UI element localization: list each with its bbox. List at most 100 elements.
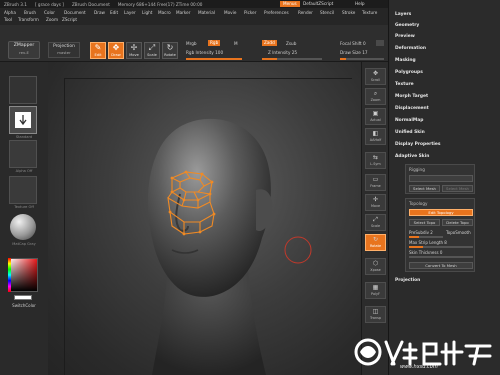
menu-deformation[interactable]: Deformation [395,46,426,51]
canvas-viewport[interactable] [48,62,361,375]
menu-transform[interactable]: Transform [18,17,39,22]
material-sphere[interactable] [10,214,36,240]
edit-button[interactable]: ✎ Edit [90,42,106,59]
arrow-down-icon [15,112,31,128]
default-zscript[interactable]: DefaultZScript [300,1,336,7]
head-model[interactable] [48,62,361,375]
move-icon: ✢ [130,43,138,52]
scale-view-button[interactable]: ⤢ Scale [365,214,386,231]
menu-polygroups[interactable]: Polygroups [395,70,423,75]
rgb-toggle[interactable]: Rgb [208,40,221,46]
menu-displacement[interactable]: Displacement [395,106,429,111]
presubdiv-slider[interactable]: PreSubdiv 2 [409,230,433,235]
convert-to-mesh-button[interactable]: Convert To Mesh [409,262,473,269]
menu-masking[interactable]: Masking [395,58,416,63]
frame-button[interactable]: ▭ Frame [365,174,386,191]
move-label: Move [129,53,139,57]
menu-projection[interactable]: Projection [395,278,420,283]
aahalf-button[interactable]: ◧ AAHalf [365,128,386,145]
zadd-toggle[interactable]: Zadd [262,40,277,46]
scroll-button[interactable]: ✥ Scroll [365,68,386,85]
select-topo-button[interactable]: Select Topo [409,219,440,226]
menu-color[interactable]: Color [44,10,55,15]
menu-draw[interactable]: Draw [94,10,105,15]
xpose-button[interactable]: ⬡ Xpose [365,258,386,275]
menus-toggle[interactable]: Menus [280,1,300,7]
menu-movie[interactable]: Movie [224,10,236,15]
menu-alpha[interactable]: Alpha [4,10,16,15]
menu-layer[interactable]: Layer [124,10,136,15]
help-button[interactable]: Help [352,1,368,7]
transp-button[interactable]: ◫ Transp [365,306,386,323]
color-picker[interactable] [8,258,38,292]
select-mesh-button-2[interactable]: Select Mesh [442,185,473,192]
alpha-slot[interactable] [9,140,37,168]
menu-stroke[interactable]: Stroke [342,10,355,15]
days-label: [ grace days ] [34,1,64,7]
menu-edit[interactable]: Edit [110,10,118,15]
polyframe-button[interactable]: ▦ PolyF [365,282,386,299]
zoom-button[interactable]: ⌕ Zoom [365,88,386,105]
z-intensity-slider[interactable]: Z Intensity 25 [268,50,297,56]
rotate-button[interactable]: ↻ Rotate [162,42,178,59]
delete-topo-button[interactable]: Delete Topo [442,219,473,226]
draw-size-track[interactable] [340,58,384,60]
toposmooth-toggle[interactable]: TopoSmooth [446,230,471,235]
brush-slot[interactable] [9,76,37,104]
rotate-view-button[interactable]: ↻ Rotate [365,234,386,251]
menu-adaptive-skin[interactable]: Adaptive Skin [395,154,429,159]
top-toolbar: ZMapper rev-E Projection master ✎ Edit ✥… [0,25,388,62]
rgb-intensity-slider[interactable]: Rgb Intensity 100 [186,50,223,56]
rotate-icon: ↻ [166,43,174,52]
menu-document[interactable]: Document [64,10,86,15]
menu-brush[interactable]: Brush [24,10,36,15]
menu-geometry[interactable]: Geometry [395,23,419,28]
move-view-button[interactable]: ✢ Move [365,194,386,211]
z-intensity-fill [262,58,277,60]
texture-slot[interactable] [9,176,37,204]
menu-tool[interactable]: Tool [4,17,12,22]
menu-picker[interactable]: Picker [244,10,256,15]
menu-preferences[interactable]: Preferences [264,10,289,15]
menu-zscript[interactable]: ZScript [62,17,77,22]
menu-render[interactable]: Render [298,10,313,15]
menu-light[interactable]: Light [142,10,152,15]
menu-preview[interactable]: Preview [395,34,415,39]
menu-layers[interactable]: Layers [395,12,411,17]
mrgb-toggle[interactable]: Mrgb [186,41,197,47]
focal-shift-marker [376,40,384,46]
menu-texture-sub[interactable]: Texture [395,82,414,87]
menu-morph-target[interactable]: Morph Target [395,94,428,99]
switch-color-button[interactable]: SwitchColor [4,303,44,308]
draw-button[interactable]: ✥ Draw [108,42,124,59]
stroke-slot[interactable] [9,106,37,134]
menu-stencil[interactable]: Stencil [320,10,334,15]
zsub-toggle[interactable]: Zsub [286,41,296,47]
zmapper-sub: rev-E [19,50,29,55]
m-toggle[interactable]: M [234,41,238,47]
max-strip-length-slider[interactable]: Max Strip Length 8 [409,240,447,245]
menu-normalmap[interactable]: NormalMap [395,118,423,123]
draw-size-slider[interactable]: Draw Size 17 [340,50,368,56]
select-mesh-button[interactable]: Select Mesh [409,185,440,192]
menu-marker[interactable]: Marker [176,10,190,15]
move-button[interactable]: ✢ Move [126,42,142,59]
main-color-swatch[interactable] [14,295,32,300]
scale-button[interactable]: ⤢ Scale [144,42,160,59]
app-title: ZBrush 3.1 [4,1,27,7]
hue-strip[interactable] [8,258,11,292]
local-sym-button[interactable]: ⇆ L.Sym [365,152,386,169]
focal-shift-slider[interactable]: Focal Shift 0 [340,41,366,47]
menu-zoom[interactable]: Zoom [46,17,58,22]
zmapper-button[interactable]: ZMapper rev-E [8,41,40,59]
menu-texture[interactable]: Texture [362,10,377,15]
edit-topology-button[interactable]: Edit Topology [409,209,473,216]
menu-display-properties[interactable]: Display Properties [395,142,441,147]
edit-label: Edit [94,53,102,57]
menu-macro[interactable]: Macro [158,10,171,15]
actual-button[interactable]: ▣ Actual [365,108,386,125]
menu-material[interactable]: Material [198,10,215,15]
projection-master-button[interactable]: Projection master [48,42,80,58]
menu-unified-skin[interactable]: Unified Skin [395,130,425,135]
skin-thickness-slider[interactable]: Skin Thickness 0 [409,250,442,255]
